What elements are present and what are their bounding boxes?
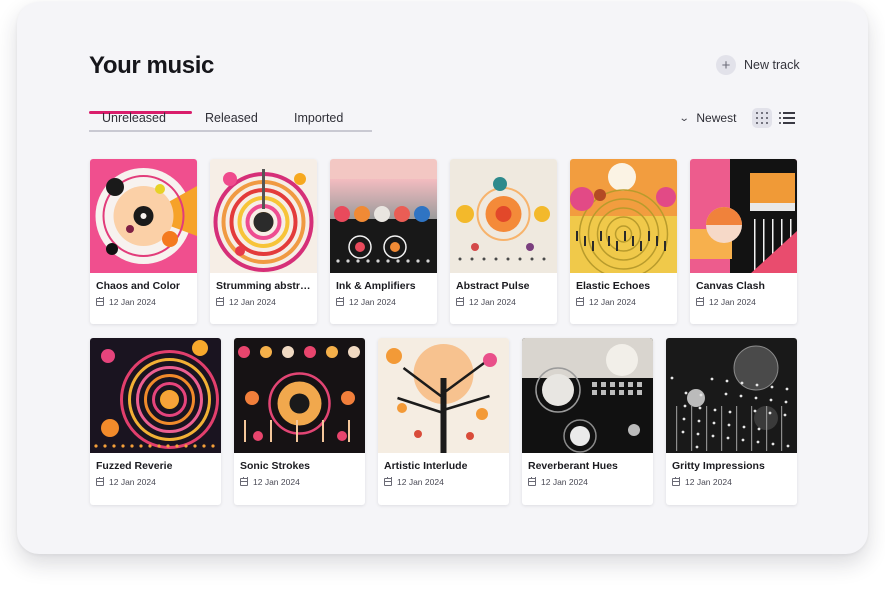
calendar-icon — [96, 297, 104, 306]
album-artwork[interactable] — [90, 338, 221, 453]
track-card[interactable]: Chaos and Color 12 Jan 2024 — [90, 159, 197, 324]
list-view-button[interactable] — [779, 111, 795, 125]
track-title: Ink & Amplifiers — [336, 280, 416, 292]
track-title: Fuzzed Reverie — [96, 460, 173, 472]
calendar-icon — [96, 477, 104, 486]
chevron-down-icon: ⌄ — [678, 112, 690, 124]
calendar-icon — [384, 477, 392, 486]
track-title: Elastic Echoes — [576, 280, 651, 292]
tab-unreleased[interactable]: Unreleased — [102, 111, 166, 125]
tab-bar-track — [89, 130, 372, 132]
track-date-text: 12 Jan 2024 — [589, 297, 636, 307]
grid-view-button[interactable] — [752, 108, 772, 128]
plus-icon: + — [716, 55, 736, 75]
album-artwork[interactable] — [690, 159, 797, 273]
track-date-text: 12 Jan 2024 — [109, 297, 156, 307]
album-artwork[interactable] — [522, 338, 653, 453]
track-card[interactable]: Elastic Echoes 12 Jan 2024 — [570, 159, 677, 324]
track-card[interactable]: Fuzzed Reverie 12 Jan 2024 — [90, 338, 221, 505]
new-track-button[interactable]: + New track — [716, 55, 800, 75]
tab-bar: Unreleased Released Imported — [89, 109, 372, 132]
track-card[interactable]: Ink & Amplifiers 12 Jan 2024 — [330, 159, 437, 324]
tab-imported[interactable]: Imported — [294, 111, 343, 125]
track-date-text: 12 Jan 2024 — [397, 477, 444, 487]
calendar-icon — [456, 297, 464, 306]
track-title: Reverberant Hues — [528, 460, 618, 472]
new-track-label: New track — [744, 58, 800, 72]
album-artwork[interactable] — [234, 338, 365, 453]
track-date-text: 12 Jan 2024 — [685, 477, 732, 487]
track-card[interactable]: Strumming abstr… 12 Jan 2024 — [210, 159, 317, 324]
calendar-icon — [696, 297, 704, 306]
calendar-icon — [240, 477, 248, 486]
page-title: Your music — [89, 52, 214, 79]
track-title: Chaos and Color — [96, 280, 181, 292]
track-card[interactable]: Reverberant Hues 12 Jan 2024 — [522, 338, 653, 505]
album-artwork[interactable] — [90, 159, 197, 273]
album-artwork[interactable] — [378, 338, 509, 453]
track-date-text: 12 Jan 2024 — [349, 297, 396, 307]
track-date-text: 12 Jan 2024 — [469, 297, 516, 307]
track-date: 12 Jan 2024 — [528, 477, 588, 487]
track-date: 12 Jan 2024 — [384, 477, 444, 487]
album-artwork[interactable] — [210, 159, 317, 273]
track-date: 12 Jan 2024 — [216, 297, 276, 307]
track-card[interactable]: Canvas Clash 12 Jan 2024 — [690, 159, 797, 324]
calendar-icon — [528, 477, 536, 486]
track-card[interactable]: Abstract Pulse 12 Jan 2024 — [450, 159, 557, 324]
calendar-icon — [672, 477, 680, 486]
track-date-text: 12 Jan 2024 — [109, 477, 156, 487]
track-date: 12 Jan 2024 — [96, 477, 156, 487]
track-title: Strumming abstr… — [216, 280, 311, 292]
track-date: 12 Jan 2024 — [672, 477, 732, 487]
track-date-text: 12 Jan 2024 — [253, 477, 300, 487]
album-artwork[interactable] — [666, 338, 797, 453]
track-date-text: 12 Jan 2024 — [709, 297, 756, 307]
tab-released[interactable]: Released — [205, 111, 258, 125]
track-card[interactable]: Sonic Strokes 12 Jan 2024 — [234, 338, 365, 505]
track-title: Sonic Strokes — [240, 460, 311, 472]
album-artwork[interactable] — [450, 159, 557, 273]
track-date: 12 Jan 2024 — [240, 477, 300, 487]
album-artwork[interactable] — [570, 159, 677, 273]
track-date: 12 Jan 2024 — [576, 297, 636, 307]
calendar-icon — [576, 297, 584, 306]
grid-view-icon — [755, 111, 769, 125]
track-date: 12 Jan 2024 — [696, 297, 756, 307]
track-date: 12 Jan 2024 — [456, 297, 516, 307]
sort-dropdown[interactable]: ⌄ Newest — [678, 111, 737, 125]
album-artwork[interactable] — [330, 159, 437, 273]
sort-label: Newest — [696, 111, 737, 125]
track-card[interactable]: Gritty Impressions 12 Jan 2024 — [666, 338, 797, 505]
track-title: Artistic Interlude — [384, 460, 468, 472]
track-title: Gritty Impressions — [672, 460, 765, 472]
calendar-icon — [336, 297, 344, 306]
track-title: Canvas Clash — [696, 280, 765, 292]
track-card[interactable]: Artistic Interlude 12 Jan 2024 — [378, 338, 509, 505]
calendar-icon — [216, 297, 224, 306]
track-date-text: 12 Jan 2024 — [229, 297, 276, 307]
track-date: 12 Jan 2024 — [336, 297, 396, 307]
track-date-text: 12 Jan 2024 — [541, 477, 588, 487]
track-date: 12 Jan 2024 — [96, 297, 156, 307]
track-title: Abstract Pulse — [456, 280, 530, 292]
